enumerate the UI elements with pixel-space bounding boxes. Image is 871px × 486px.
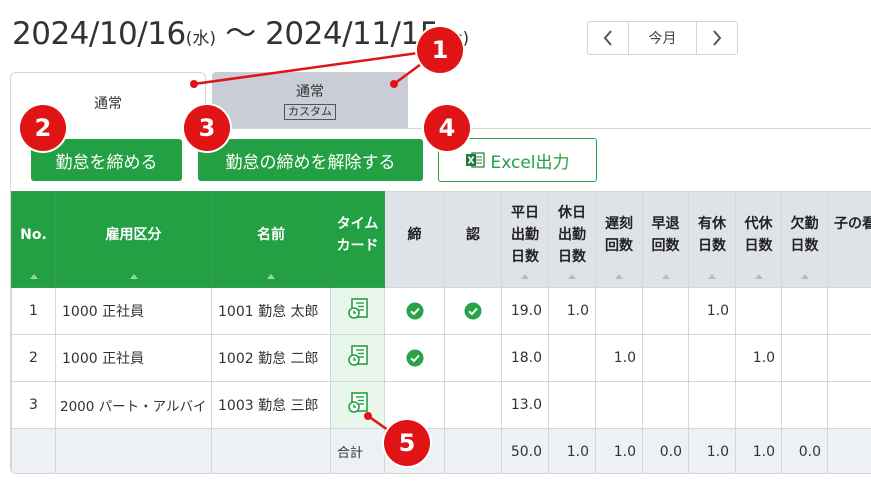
annotation-marker: 2 xyxy=(20,105,66,151)
annotation-dot xyxy=(364,412,372,420)
annotation-connectors xyxy=(190,48,441,444)
annotation-marker: 3 xyxy=(184,105,230,151)
annotation-marker: 5 xyxy=(384,420,430,466)
annotation-marker: 1 xyxy=(417,27,463,73)
annotation-dot xyxy=(190,80,198,88)
annotation-line xyxy=(193,48,441,86)
annotation-dot xyxy=(390,80,398,88)
annotation-marker: 4 xyxy=(424,105,470,151)
